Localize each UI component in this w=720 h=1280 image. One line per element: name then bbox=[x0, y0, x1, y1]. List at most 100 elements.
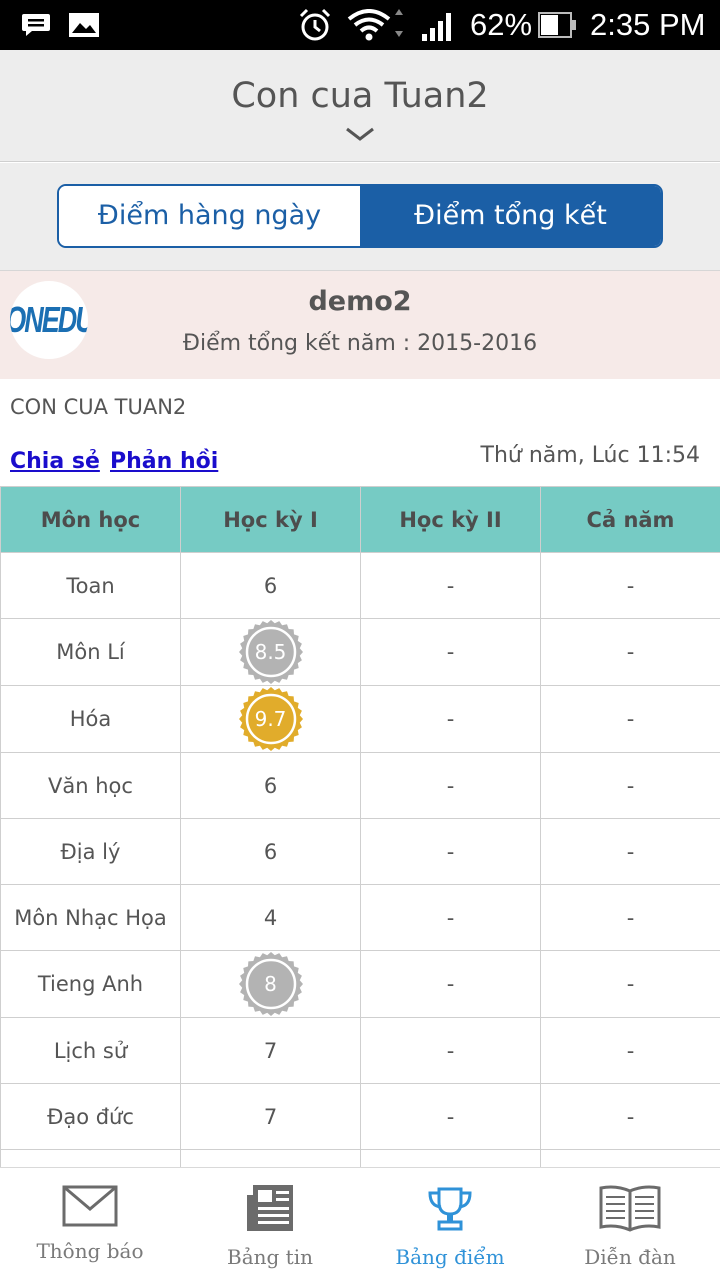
full-year-score-cell: - bbox=[540, 618, 720, 686]
semester-2-score-cell bbox=[360, 1149, 541, 1167]
full-year-score-cell: - bbox=[540, 818, 720, 885]
table-row: Tieng Anh 8 - - bbox=[0, 950, 720, 1018]
share-link[interactable]: Chia sẻ bbox=[10, 447, 100, 477]
tab-area: Điểm hàng ngày Điểm tổng kết bbox=[0, 163, 720, 271]
nav-label-news: Bảng tin bbox=[227, 1245, 313, 1269]
subject-cell: Hóa bbox=[0, 685, 181, 753]
semester-2-score-cell: - bbox=[360, 618, 541, 686]
semester-1-score-cell: 6 bbox=[180, 818, 361, 885]
table-body: Toan 6- - Môn Lí 8.5- - Hóa 9.7- - Văn học 6- - Địa … bbox=[0, 552, 720, 1167]
tab-daily-scores[interactable]: Điểm hàng ngày bbox=[59, 186, 360, 246]
school-year-label: Điểm tổng kết năm : 2015-2016 bbox=[182, 331, 538, 356]
semester-2-score-cell: - bbox=[360, 818, 541, 885]
battery-icon bbox=[538, 12, 576, 38]
semester-2-score-cell: - bbox=[360, 552, 541, 619]
full-year-score-cell: - bbox=[540, 1083, 720, 1150]
column-header-semester-2: Học kỳ II bbox=[360, 486, 541, 553]
timestamp: Thứ năm, Lúc 11:54 bbox=[480, 443, 700, 468]
nav-forum[interactable]: Diễn đàn bbox=[540, 1168, 720, 1280]
score-value: 8.5 bbox=[254, 640, 287, 664]
scores-table: Môn học Học kỳ I Học kỳ II Cả năm Toan 6-… bbox=[0, 486, 720, 1167]
full-year-score-cell: - bbox=[540, 884, 720, 951]
semester-1-score-cell: 6 bbox=[180, 752, 361, 819]
score-medal-badge: 8 bbox=[238, 951, 304, 1017]
nav-label-forum: Diễn đàn bbox=[584, 1245, 676, 1269]
subject-cell: Môn Lí bbox=[0, 618, 181, 686]
table-row: Toan 6- - bbox=[0, 552, 720, 619]
nav-label-notifications: Thông báo bbox=[36, 1239, 144, 1263]
subject-cell bbox=[0, 1149, 181, 1167]
app-root: 62% 2:35 PM Con cua Tuan2 Điểm hàng ngày… bbox=[0, 0, 720, 1280]
subject-cell: Địa lý bbox=[0, 818, 181, 885]
chevron-down-icon[interactable] bbox=[345, 126, 375, 142]
student-name: demo2 bbox=[308, 286, 412, 317]
score-value: 8 bbox=[264, 972, 277, 996]
semester-2-score-cell: - bbox=[360, 950, 541, 1018]
full-year-score-cell bbox=[540, 1149, 720, 1167]
message-icon bbox=[22, 14, 50, 36]
semester-1-score-cell: 7 bbox=[180, 1017, 361, 1084]
status-bar: 62% 2:35 PM bbox=[0, 0, 720, 50]
score-type-tabs: Điểm hàng ngày Điểm tổng kết bbox=[57, 184, 663, 248]
subject-cell: Toan bbox=[0, 552, 181, 619]
subject-cell: Tieng Anh bbox=[0, 950, 181, 1018]
semester-1-score-cell: 9.7 bbox=[180, 685, 361, 753]
tab-summary-scores[interactable]: Điểm tổng kết bbox=[360, 186, 661, 246]
nav-news[interactable]: Bảng tin bbox=[180, 1168, 360, 1280]
semester-2-score-cell: - bbox=[360, 884, 541, 951]
table-row: Môn Nhạc Họa 4- - bbox=[0, 884, 720, 951]
semester-2-score-cell: - bbox=[360, 1017, 541, 1084]
class-name: CON CUA TUAN2 bbox=[10, 395, 187, 419]
table-row: Đạo đức 7- - bbox=[0, 1083, 720, 1150]
semester-1-score-cell: 8.5 bbox=[180, 618, 361, 686]
semester-1-score-cell: 8 bbox=[180, 950, 361, 1018]
semester-1-score-cell: 7 bbox=[180, 1083, 361, 1150]
score-medal-badge: 8.5 bbox=[238, 619, 304, 685]
image-icon bbox=[69, 13, 99, 37]
full-year-score-cell: - bbox=[540, 950, 720, 1018]
semester-1-score-cell bbox=[180, 1149, 361, 1167]
feedback-link[interactable]: Phản hồi bbox=[110, 447, 218, 477]
scores-table-container[interactable]: Môn học Học kỳ I Học kỳ II Cả năm Toan 6-… bbox=[0, 486, 720, 1167]
alarm-icon bbox=[299, 8, 331, 41]
semester-1-score-cell: 6 bbox=[180, 552, 361, 619]
subject-cell: Văn học bbox=[0, 752, 181, 819]
battery-percent: 62% bbox=[470, 7, 533, 42]
nav-label-scoreboard: Bảng điểm bbox=[395, 1245, 505, 1269]
column-header-subject: Môn học bbox=[0, 486, 181, 553]
table-row bbox=[0, 1149, 720, 1167]
table-row: Lịch sử 7- - bbox=[0, 1017, 720, 1084]
subject-cell: Môn Nhạc Họa bbox=[0, 884, 181, 951]
subject-cell: Đạo đức bbox=[0, 1083, 181, 1150]
newspaper-icon bbox=[247, 1185, 293, 1231]
semester-2-score-cell: - bbox=[360, 1083, 541, 1150]
semester-1-score-cell: 4 bbox=[180, 884, 361, 951]
column-header-semester-1: Học kỳ I bbox=[180, 486, 361, 553]
envelope-icon bbox=[62, 1185, 118, 1227]
book-icon bbox=[599, 1185, 661, 1232]
score-medal-badge: 9.7 bbox=[238, 686, 304, 752]
score-value: 9.7 bbox=[254, 707, 287, 731]
header-bar[interactable]: Con cua Tuan2 bbox=[0, 50, 720, 162]
page-title[interactable]: Con cua Tuan2 bbox=[0, 74, 720, 118]
table-row: Văn học 6- - bbox=[0, 752, 720, 819]
table-header-row: Môn học Học kỳ I Học kỳ II Cả năm bbox=[0, 486, 720, 553]
full-year-score-cell: - bbox=[540, 685, 720, 753]
nav-scoreboard[interactable]: Bảng điểm bbox=[360, 1168, 540, 1280]
semester-2-score-cell: - bbox=[360, 685, 541, 753]
table-row: Hóa 9.7 - - bbox=[0, 685, 720, 753]
full-year-score-cell: - bbox=[540, 552, 720, 619]
table-row: Môn Lí 8.5 - - bbox=[0, 618, 720, 686]
full-year-score-cell: - bbox=[540, 752, 720, 819]
subject-cell: Lịch sử bbox=[0, 1017, 181, 1084]
nav-notifications[interactable]: Thông báo bbox=[0, 1168, 180, 1280]
table-row: Địa lý 6- - bbox=[0, 818, 720, 885]
clock-time: 2:35 PM bbox=[590, 7, 706, 42]
full-year-score-cell: - bbox=[540, 1017, 720, 1084]
signal-icon bbox=[422, 13, 451, 41]
column-header-full-year: Cả năm bbox=[540, 486, 720, 553]
trophy-icon bbox=[428, 1187, 472, 1231]
student-card: ONEDU demo2 Điểm tổng kết năm : 2015-201… bbox=[0, 271, 720, 379]
semester-2-score-cell: - bbox=[360, 752, 541, 819]
wifi-icon bbox=[347, 9, 403, 41]
